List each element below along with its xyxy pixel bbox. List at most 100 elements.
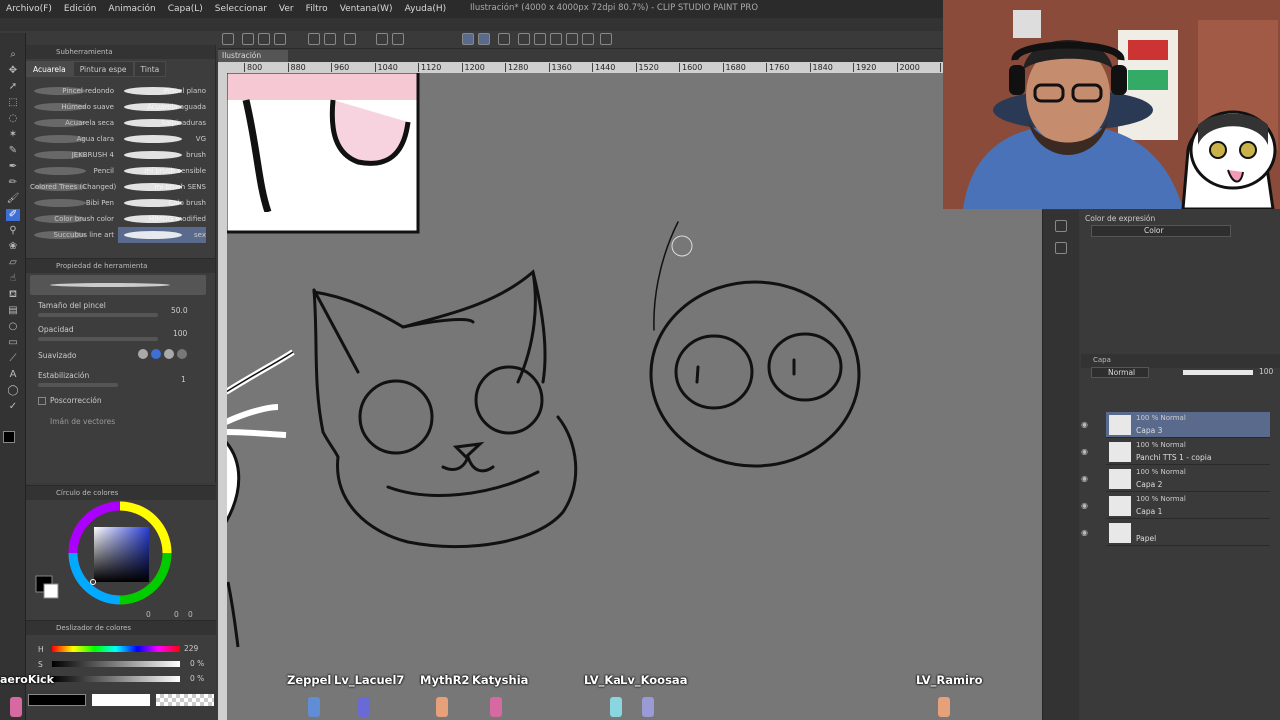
drawing-canvas[interactable] — [218, 62, 1042, 720]
stabilization-slider[interactable] — [38, 383, 118, 387]
stabilization-value[interactable]: 1 — [181, 375, 186, 384]
menu-ver[interactable]: Ver — [273, 4, 300, 14]
pen-settings-icon[interactable] — [498, 33, 510, 45]
pen-tool-icon[interactable]: ✒ — [6, 161, 20, 173]
menu-edicion[interactable]: Edición — [58, 4, 103, 14]
brush-size-slider[interactable] — [38, 313, 158, 317]
ruler-tick-label: 1440 — [592, 63, 615, 72]
opacity-slider[interactable] — [38, 337, 158, 341]
menu-filtro[interactable]: Filtro — [300, 4, 334, 14]
snap-ruler-icon[interactable] — [462, 33, 474, 45]
layer-property-icon[interactable] — [1055, 242, 1067, 254]
decoration-tool-icon[interactable]: ❀ — [6, 241, 20, 253]
value-value[interactable]: 0 % — [190, 674, 204, 683]
transform-icon[interactable] — [376, 33, 388, 45]
saturation-value[interactable]: 0 % — [190, 659, 204, 668]
open-icon[interactable] — [242, 33, 254, 45]
new-icon[interactable] — [222, 33, 234, 45]
text-tool-icon[interactable]: A — [6, 369, 20, 381]
navigator-icon[interactable] — [1055, 220, 1067, 232]
main-color-swatch[interactable] — [3, 431, 15, 443]
hue-slider[interactable] — [52, 646, 180, 652]
ruler-tick-label: 1760 — [766, 63, 789, 72]
blend-tool-icon[interactable]: ☝ — [6, 273, 20, 285]
help-icon[interactable] — [518, 33, 530, 45]
swatch-white[interactable] — [92, 694, 150, 706]
lasso-tool-icon[interactable]: ◌ — [6, 113, 20, 125]
eraser-tool-icon[interactable]: ▱ — [6, 257, 20, 269]
swatch-black[interactable] — [28, 694, 86, 706]
fit-icon[interactable] — [566, 33, 578, 45]
menu-ayuda[interactable]: Ayuda(H) — [399, 4, 453, 14]
opacity-value[interactable]: 100 — [173, 329, 187, 338]
tab-tinta[interactable]: Tinta — [133, 61, 167, 77]
document-tab[interactable]: Ilustración — [218, 50, 288, 62]
correct-line-tool-icon[interactable]: ✓ — [6, 401, 20, 413]
redo-icon[interactable] — [324, 33, 336, 45]
crop-icon[interactable] — [392, 33, 404, 45]
swatch-transparent[interactable] — [156, 694, 214, 706]
settings-icon[interactable] — [582, 33, 594, 45]
layer-row[interactable]: 100 % Normal Capa 1 — [1106, 493, 1270, 519]
rotate-icon[interactable] — [534, 33, 546, 45]
undo-icon[interactable] — [308, 33, 320, 45]
clear-icon[interactable] — [344, 33, 356, 45]
selection-tool-icon[interactable]: ⬚ — [6, 97, 20, 109]
hue-value[interactable]: 229 — [184, 644, 198, 653]
saturation-slider[interactable] — [52, 661, 180, 667]
layer-opacity-value[interactable]: 100 — [1259, 367, 1273, 376]
export-icon[interactable] — [274, 33, 286, 45]
visibility-eye-icon[interactable]: ◉ — [1081, 474, 1091, 483]
tab-acuarela[interactable]: Acuarela — [26, 61, 73, 77]
visibility-eye-icon[interactable]: ◉ — [1081, 447, 1091, 456]
frame-tool-icon[interactable]: ▭ — [6, 337, 20, 349]
snap-special-ruler-icon[interactable] — [478, 33, 490, 45]
operation-tool-icon[interactable]: ➚ — [6, 81, 20, 93]
visibility-eye-icon[interactable]: ◉ — [1081, 528, 1091, 537]
visibility-eye-icon[interactable]: ◉ — [1081, 501, 1091, 510]
menu-animacion[interactable]: Animación — [102, 4, 161, 14]
postcorrection-checkbox[interactable] — [38, 397, 46, 405]
ruler-tick-label: 1920 — [853, 63, 876, 72]
layer-row[interactable]: 100 % Normal Panchi TTS 1 - copia — [1106, 439, 1270, 465]
menu-archivo[interactable]: Archivo(F) — [0, 4, 58, 14]
pencil-tool-icon[interactable]: ✏ — [6, 177, 20, 189]
webcam-image — [943, 0, 1280, 209]
brush-size-value[interactable]: 50.0 — [171, 306, 188, 315]
tool-palette: ⌕ ✥ ➚ ⬚ ◌ ✶ ✎ ✒ ✏ 🖌 ✐ ⚲ ❀ ▱ ☝ ⛾ ▤ ○ ▭ ⟋ … — [0, 33, 26, 720]
balloon-tool-icon[interactable]: ◯ — [6, 385, 20, 397]
layer-opacity-slider[interactable] — [1183, 370, 1253, 375]
menu-seleccionar[interactable]: Seleccionar — [209, 4, 273, 14]
flip-icon[interactable] — [550, 33, 562, 45]
hue-label: H — [38, 645, 44, 654]
move-tool-icon[interactable]: ✥ — [6, 65, 20, 77]
value-slider[interactable] — [52, 676, 180, 682]
ruler-tool-icon[interactable]: ⟋ — [6, 353, 20, 365]
smoothing-options[interactable] — [138, 349, 198, 361]
brush-tool-icon[interactable]: 🖌 — [6, 193, 20, 205]
visibility-eye-icon[interactable]: ◉ — [1081, 420, 1091, 429]
grid-icon[interactable] — [600, 33, 612, 45]
viewer-name-1: Zeppel — [287, 673, 332, 687]
viewer-sprite — [436, 697, 448, 717]
gradient-tool-icon[interactable]: ▤ — [6, 305, 20, 317]
viewer-name-4: Katyshia — [472, 673, 529, 687]
menu-capa[interactable]: Capa(L) — [162, 4, 209, 14]
color-wheel[interactable] — [26, 500, 216, 621]
layer-row[interactable]: 100 % Normal Capa 2 — [1106, 466, 1270, 492]
tab-pintura-espesa[interactable]: Pintura espe — [72, 61, 134, 77]
menu-ventana[interactable]: Ventana(W) — [334, 4, 399, 14]
canvas-area[interactable] — [218, 62, 1042, 720]
eyedropper-tool-icon[interactable]: ✎ — [6, 145, 20, 157]
fill-tool-icon[interactable]: ⛾ — [6, 289, 20, 301]
save-icon[interactable] — [258, 33, 270, 45]
layer-row[interactable]: Papel — [1106, 520, 1270, 546]
expression-color-dropdown[interactable]: Color — [1091, 225, 1231, 237]
watercolor-tool-icon[interactable]: ✐ — [6, 209, 20, 221]
airbrush-tool-icon[interactable]: ⚲ — [6, 225, 20, 237]
blend-mode-dropdown[interactable]: Normal — [1091, 367, 1149, 378]
auto-select-tool-icon[interactable]: ✶ — [6, 129, 20, 141]
zoom-tool-icon[interactable]: ⌕ — [6, 49, 20, 61]
layer-row[interactable]: 100 % Normal Capa 3 — [1106, 412, 1270, 438]
figure-tool-icon[interactable]: ○ — [6, 321, 20, 333]
